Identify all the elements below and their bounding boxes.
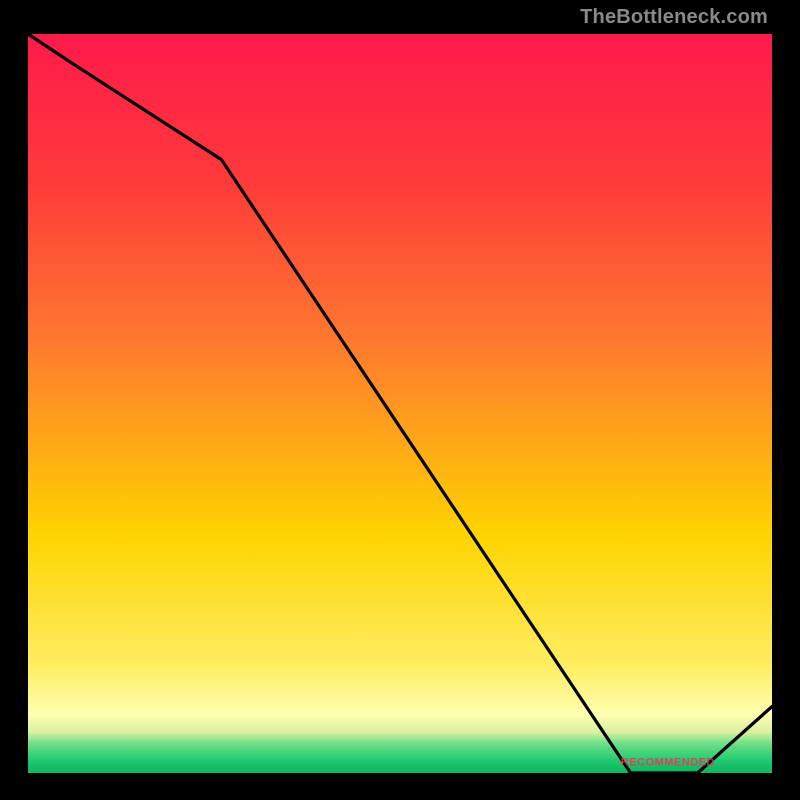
attribution-label: TheBottleneck.com	[580, 6, 768, 29]
chart-stage: TheBottleneck.com RECOMMENDED	[0, 0, 800, 800]
recommended-annotation: RECOMMENDED	[621, 757, 715, 769]
heat-background	[28, 34, 772, 773]
bottleneck-chart: RECOMMENDED	[0, 0, 800, 800]
